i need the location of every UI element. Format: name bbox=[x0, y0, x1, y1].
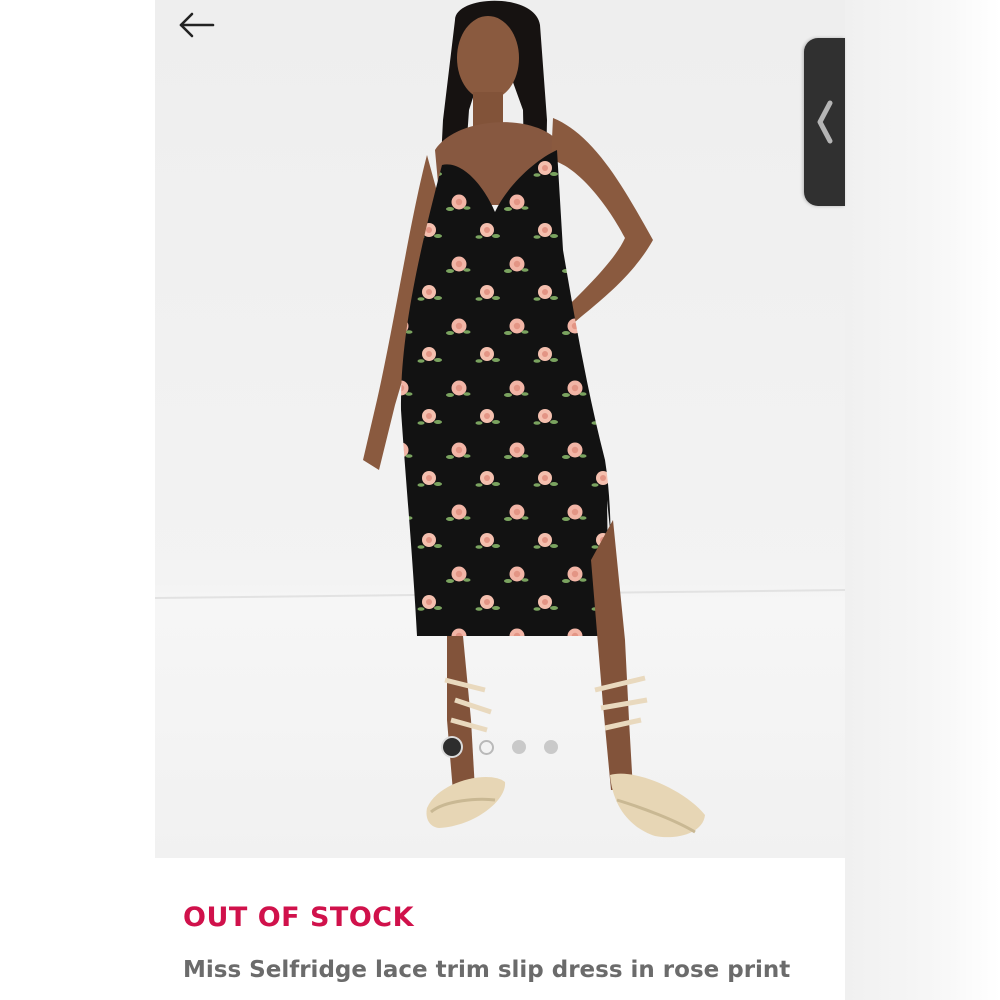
carousel-dot-1[interactable] bbox=[442, 738, 461, 756]
arrow-left-icon bbox=[179, 12, 215, 38]
product-screen: OUT OF STOCK Miss Selfridge lace trim sl… bbox=[155, 0, 845, 1000]
edge-panel-handle[interactable] bbox=[804, 38, 845, 206]
product-image[interactable] bbox=[155, 0, 845, 858]
product-title: Miss Selfridge lace trim slip dress in r… bbox=[183, 957, 791, 983]
chevron-left-icon bbox=[817, 100, 832, 144]
carousel-dot-4[interactable] bbox=[543, 740, 558, 754]
right-margin bbox=[845, 0, 1000, 1000]
left-margin bbox=[0, 0, 155, 1000]
back-button[interactable] bbox=[175, 8, 219, 42]
carousel-dot-2[interactable] bbox=[478, 739, 494, 755]
carousel-dot-3[interactable] bbox=[511, 740, 526, 754]
product-photo bbox=[155, 0, 845, 858]
stock-status-label: OUT OF STOCK bbox=[183, 902, 415, 933]
product-info-panel: OUT OF STOCK Miss Selfridge lace trim sl… bbox=[155, 858, 845, 1000]
image-carousel-indicator bbox=[155, 738, 845, 756]
screenshot-frame: OUT OF STOCK Miss Selfridge lace trim sl… bbox=[0, 0, 1000, 1000]
